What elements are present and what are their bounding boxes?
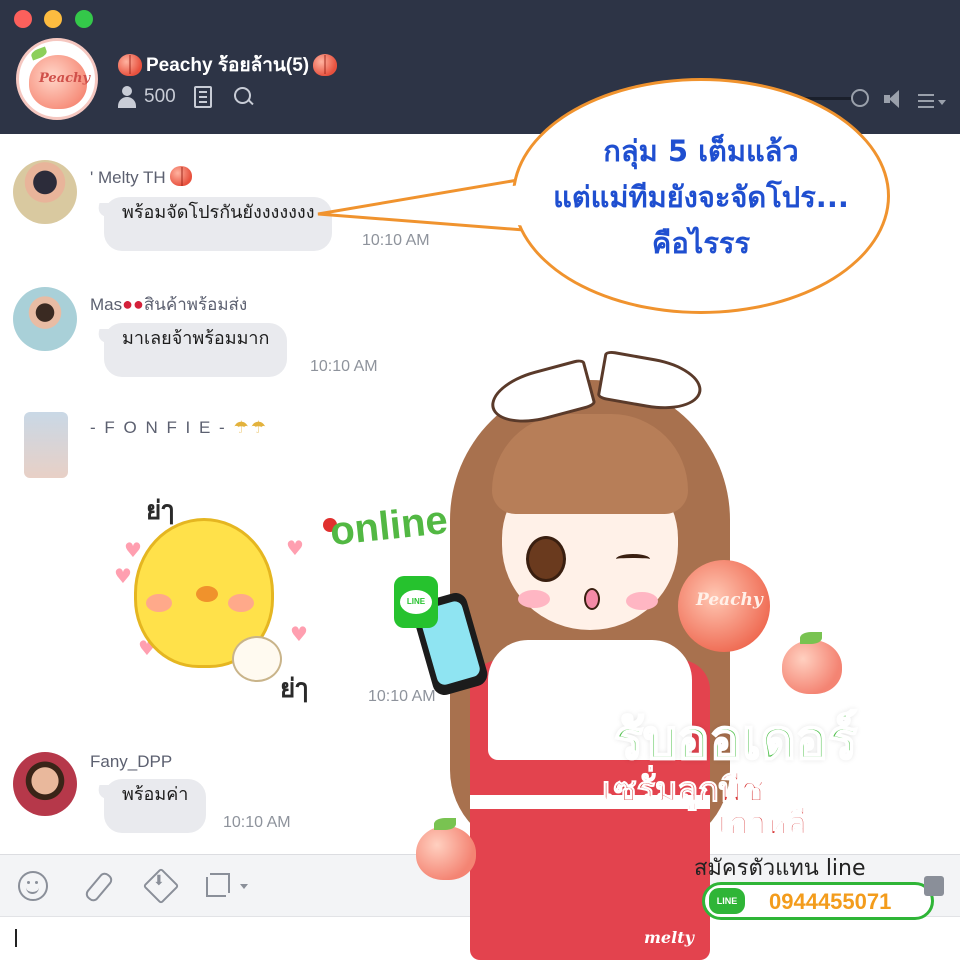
duck-sticker[interactable]: ย่ๅ ♥ ♥ ♥ ♥ ♥ ย่ๅ [110, 490, 320, 704]
heart-icon: ♥ [124, 538, 142, 562]
avatar-logo-text: Peachy [39, 71, 91, 86]
chick-icon [232, 636, 282, 682]
message-time: 10:10 AM [310, 358, 378, 375]
girl-wink [616, 554, 650, 564]
line-badge-text: LINE [400, 590, 432, 614]
peach-icon [416, 818, 476, 880]
close-window-button[interactable] [14, 10, 32, 28]
girl-blush [518, 590, 550, 608]
speech-bubble-text: กลุ่ม 5 เต็มแล้ว แต่แม่ทีมยังจะจัดโปร...… [520, 128, 882, 266]
search-icon[interactable] [233, 87, 254, 107]
chevron-down-icon[interactable] [240, 884, 248, 889]
callout-line-1: กลุ่ม 5 เต็มแล้ว [603, 134, 799, 168]
peachy-jar-icon: Peachy [678, 560, 770, 652]
cherry-emoji-icon: ●● [122, 294, 144, 314]
avatar[interactable] [24, 412, 68, 478]
sender-name-suffix: สินค้าพร้อมส่ง [143, 295, 248, 314]
jar-label: Peachy [696, 590, 763, 610]
sender-name: Mas●●สินค้าพร้อมส่ง [90, 291, 247, 318]
phone-number: 0944455071 [769, 889, 892, 914]
group-meta: 500 [118, 86, 254, 108]
duck-cheek [146, 594, 172, 612]
message-bubble[interactable]: พร้อมค่า [104, 779, 207, 833]
girl-blush [626, 592, 658, 610]
save-icon[interactable] [146, 871, 176, 901]
bow-icon [490, 354, 700, 424]
heart-icon: ♥ [286, 536, 304, 560]
sticker-text-top: ย่ๅ [146, 496, 174, 526]
chevron-down-icon[interactable] [938, 100, 946, 105]
smile-icon[interactable] [18, 871, 48, 901]
promo-phone-pill: LINE 0944455071 [702, 882, 934, 920]
peach-emoji-icon [170, 166, 193, 186]
minimize-window-button[interactable] [44, 10, 62, 28]
avatar[interactable] [13, 752, 77, 816]
weather-icon: ☂☂ [233, 418, 268, 437]
sender-name-text: - F O N F I E - [90, 418, 227, 437]
sender-name: Fany_DPP [90, 752, 173, 771]
speaker-icon[interactable] [884, 90, 906, 108]
heart-icon: ♥ [290, 622, 308, 646]
line-app-icon: LINE [394, 576, 438, 628]
sender-name: ' Melty TH [90, 166, 193, 188]
volume-slider-knob[interactable] [851, 89, 869, 107]
message-bubble[interactable]: พร้อมจัดโปรกันยังงงงงงง [104, 197, 333, 251]
promo-product-line-2: เกาหลี [718, 804, 808, 843]
member-count[interactable]: 500 [144, 86, 176, 108]
group-title: Peachy ร้อยล้าน(5) [118, 50, 338, 80]
sender-name: - F O N F I E - ☂☂ [90, 418, 268, 438]
heart-icon: ♥ [114, 564, 132, 588]
brand-tag: melty [644, 928, 694, 947]
sender-name-text: ' Melty TH [90, 168, 166, 187]
girl-mouth [584, 588, 600, 610]
peach-emoji-icon [313, 54, 338, 76]
duck-beak [196, 586, 218, 602]
peach-icon [782, 632, 842, 694]
zoom-window-button[interactable] [75, 10, 93, 28]
line-badge-small: LINE [709, 888, 745, 914]
text-cursor [15, 929, 17, 947]
paperclip-icon[interactable] [82, 871, 112, 901]
sender-name-text: Mas [90, 295, 123, 314]
group-name: Peachy ร้อยล้าน(5) [146, 55, 310, 76]
notes-icon[interactable] [193, 86, 212, 108]
peach-emoji-icon [118, 54, 142, 76]
message-time: 10:10 AM [362, 232, 430, 249]
message-time: 10:10 AM [223, 814, 291, 831]
crop-icon[interactable] [202, 871, 232, 901]
sticker-text-bottom: ย่ๅ [280, 674, 308, 704]
send-icon[interactable] [924, 876, 944, 896]
avatar[interactable] [13, 160, 77, 224]
callout-line-2: แต่แม่ทีมยังจะจัดโปร... [553, 180, 849, 214]
promo-agent-text: สมัครตัวแทน line [694, 856, 866, 881]
callout-line-3: คือไรรร [651, 226, 751, 260]
menu-icon[interactable] [918, 94, 934, 108]
user-icon[interactable] [118, 86, 136, 108]
group-avatar[interactable]: Peachy [16, 38, 98, 120]
duck-cheek [228, 594, 254, 612]
girl-eye [526, 536, 566, 582]
avatar[interactable] [13, 287, 77, 351]
message-bubble[interactable]: มาเลยจ้าพร้อมมาก [104, 323, 288, 377]
